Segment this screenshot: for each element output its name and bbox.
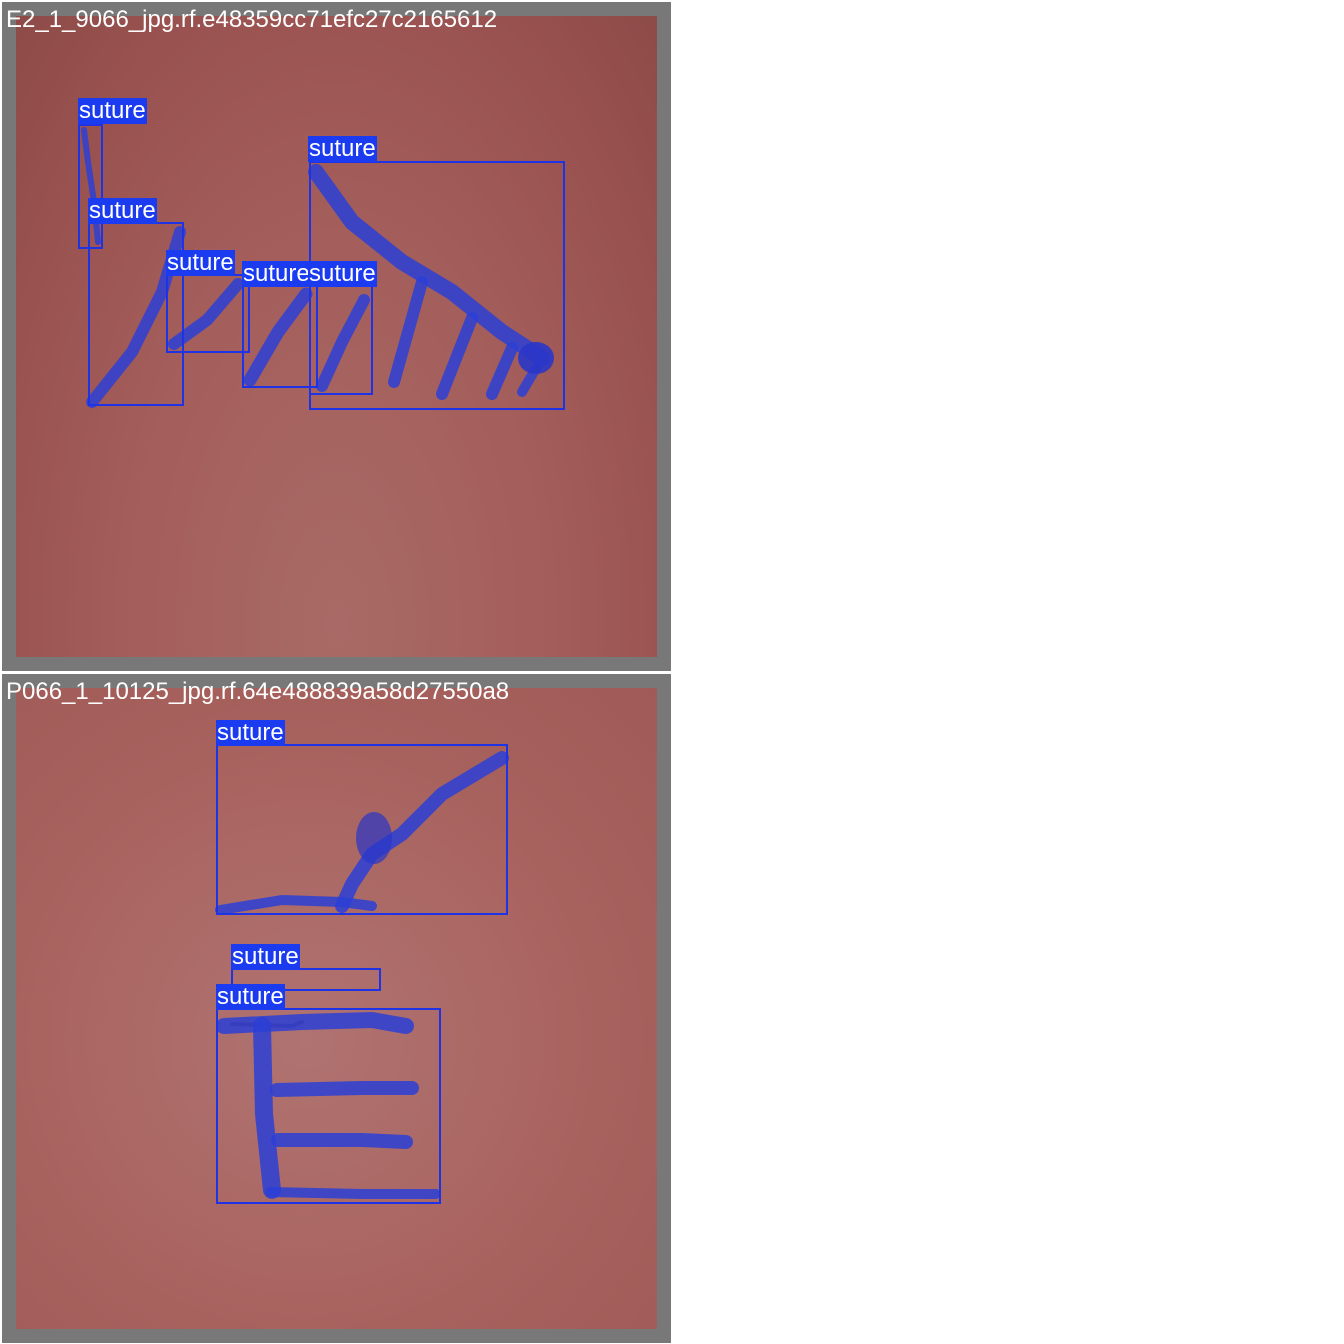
detection-box xyxy=(166,274,250,353)
detection-label: suture xyxy=(308,260,377,287)
detection-label: suture xyxy=(308,135,377,162)
detection-label: suture xyxy=(216,983,285,1010)
detection-label: suture xyxy=(242,260,311,287)
detection-label: suture xyxy=(216,719,285,746)
image-filename: P066_1_10125_jpg.rf.64e488839a58d27550a8 xyxy=(6,678,510,705)
detection-label: suture xyxy=(231,943,300,970)
detection-box xyxy=(216,744,508,915)
detection-box xyxy=(242,285,318,388)
detection-label: suture xyxy=(166,249,235,276)
detection-label: suture xyxy=(78,97,147,124)
image-panel-2: P066_1_10125_jpg.rf.64e488839a58d27550a8… xyxy=(2,674,671,1343)
detection-box xyxy=(309,285,373,395)
image-panel-1: E2_1_9066_jpg.rf.e48359cc71efc27c2165612… xyxy=(2,2,671,671)
detection-box xyxy=(216,1008,441,1204)
detection-label: suture xyxy=(88,197,157,224)
image-filename: E2_1_9066_jpg.rf.e48359cc71efc27c2165612 xyxy=(6,6,498,33)
